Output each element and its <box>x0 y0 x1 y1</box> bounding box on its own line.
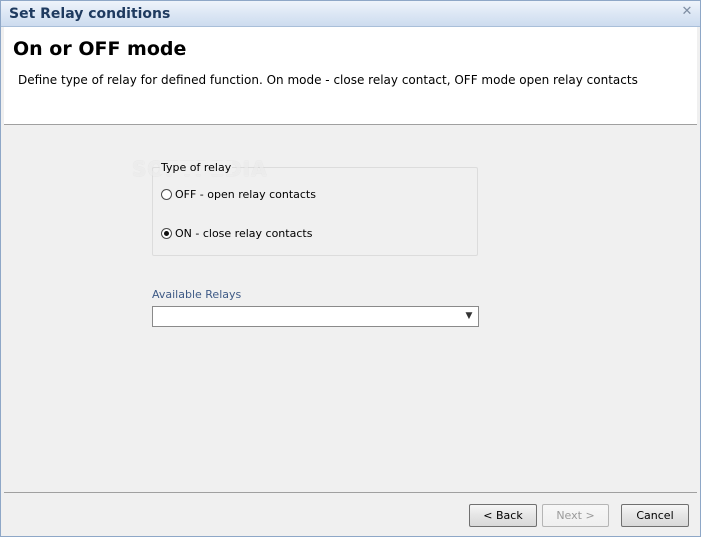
radio-on-mode[interactable]: ON - close relay contacts <box>161 227 312 240</box>
relay-type-group <box>152 167 478 256</box>
radio-off-mode[interactable]: OFF - open relay contacts <box>161 188 316 201</box>
cancel-button[interactable]: Cancel <box>621 504 689 527</box>
radio-off-label[interactable]: OFF - open relay contacts <box>175 188 316 201</box>
dialog-window: Set Relay conditions ✕ On or OFF mode De… <box>0 0 701 537</box>
page-title: On or OFF mode <box>13 38 187 60</box>
relay-type-group-label: Type of relay <box>160 161 233 174</box>
close-icon[interactable]: ✕ <box>679 4 695 20</box>
radio-on-indicator[interactable] <box>161 228 172 239</box>
next-button[interactable]: Next > <box>542 504 609 527</box>
title-bar[interactable]: Set Relay conditions ✕ <box>1 1 700 27</box>
chevron-down-icon[interactable]: ▼ <box>462 309 476 324</box>
back-button[interactable]: < Back <box>469 504 537 527</box>
wizard-body: SOFTPEDIA Type of relay OFF - open relay… <box>4 125 697 492</box>
radio-off-indicator[interactable] <box>161 189 172 200</box>
window-title: Set Relay conditions <box>9 6 171 22</box>
radio-on-label[interactable]: ON - close relay contacts <box>175 227 312 240</box>
wizard-header: On or OFF mode Define type of relay for … <box>4 27 697 125</box>
available-relays-label: Available Relays <box>152 288 242 301</box>
page-description: Define type of relay for defined functio… <box>18 73 638 87</box>
wizard-footer: < Back Next > Cancel <box>4 492 697 535</box>
available-relays-dropdown[interactable]: ▼ <box>152 306 479 327</box>
